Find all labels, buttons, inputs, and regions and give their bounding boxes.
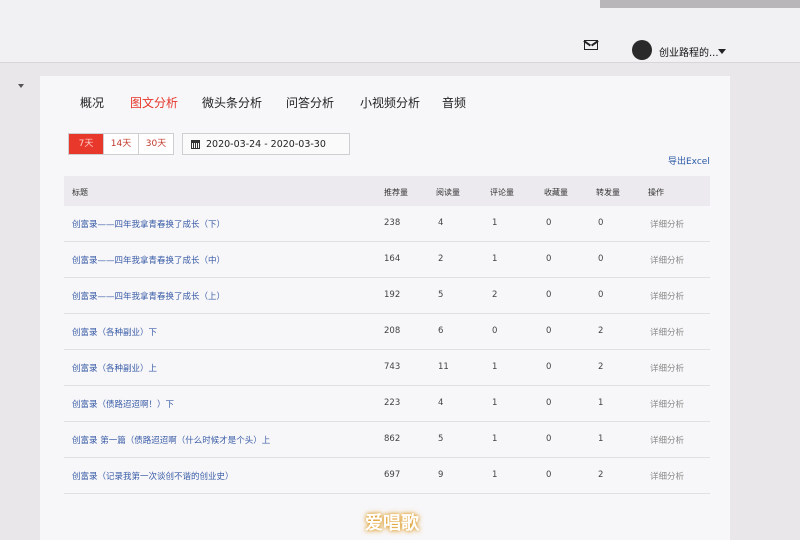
analytics-panel: 概况 图文分析 微头条分析 问答分析 小视频分析 音频 7天 14天 30天 2… [40,76,730,540]
calendar-icon [191,139,200,149]
detail-analysis-link[interactable]: 详细分析 [650,398,684,410]
article-title[interactable]: 创富录——四年我拿青春换了成长（上） [72,290,225,302]
table-row: 创富录——四年我拿青春换了成长（上） 192 5 2 0 0 详细分析 [64,278,710,314]
col-action: 操作 [648,188,664,197]
favorite-count: 0 [546,290,552,300]
comment-count: 1 [492,434,498,444]
col-comment: 评论量 [490,188,514,197]
recommend-count: 697 [384,470,401,480]
comment-count: 1 [492,218,498,228]
comment-count: 0 [492,326,498,336]
table-row: 创富录（各种副业）下 208 6 0 0 2 详细分析 [64,314,710,350]
article-title[interactable]: 创富录 第一篇（债路迢迢啊（什么时候才是个头）上 [72,434,270,446]
detail-analysis-link[interactable]: 详细分析 [650,470,684,482]
favorite-count: 0 [546,362,552,372]
detail-analysis-link[interactable]: 详细分析 [650,326,684,338]
header-strip [600,0,800,8]
tab-qa-analysis[interactable]: 问答分析 [286,94,334,111]
table-row: 创富录——四年我拿青春换了成长（中） 164 2 1 0 0 详细分析 [64,242,710,278]
date-range-toggle: 7天 14天 30天 [68,133,174,155]
favorite-count: 0 [546,218,552,228]
detail-analysis-link[interactable]: 详细分析 [650,218,684,230]
recommend-count: 862 [384,434,401,444]
recommend-count: 192 [384,290,401,300]
recommend-count: 743 [384,362,401,372]
comment-count: 1 [492,470,498,480]
comment-count: 2 [492,290,498,300]
favorite-count: 0 [546,398,552,408]
article-title[interactable]: 创富录（各种副业）上 [72,362,157,374]
col-share: 转发量 [596,188,620,197]
comment-count: 1 [492,362,498,372]
table-row: 创富录（债路迢迢啊！）下 223 4 1 0 1 详细分析 [64,386,710,422]
range-14-days-button[interactable]: 14天 [104,134,139,154]
favorite-count: 0 [546,254,552,264]
recommend-count: 238 [384,218,401,228]
date-range-picker[interactable]: 2020-03-24 - 2020-03-30 [182,133,350,155]
read-count: 5 [438,434,444,444]
avatar[interactable] [632,40,652,60]
article-title[interactable]: 创富录（记录我第一次谈创不谐的创业史） [72,470,234,482]
comment-count: 1 [492,398,498,408]
watermark-text: 爱唱歌 [365,513,419,534]
recommend-count: 223 [384,398,401,408]
col-favorite: 收藏量 [544,188,568,197]
share-count: 1 [598,398,604,408]
date-range-text: 2020-03-24 - 2020-03-30 [206,138,326,150]
favorite-count: 0 [546,326,552,336]
tab-micro-headline-analysis[interactable]: 微头条分析 [202,94,262,111]
col-recommend: 推荐量 [384,188,408,197]
table-row: 创富录 第一篇（债路迢迢啊（什么时候才是个头）上 862 5 1 0 1 详细分… [64,422,710,458]
tab-audio[interactable]: 音频 [442,94,466,111]
export-excel-link[interactable]: 导出Excel [668,154,710,167]
share-count: 2 [598,326,604,336]
detail-analysis-link[interactable]: 详细分析 [650,290,684,302]
article-title[interactable]: 创富录（各种副业）下 [72,326,157,338]
mail-icon[interactable] [584,40,598,50]
share-count: 2 [598,362,604,372]
detail-analysis-link[interactable]: 详细分析 [650,254,684,266]
range-30-days-button[interactable]: 30天 [139,134,173,154]
recommend-count: 208 [384,326,401,336]
read-count: 6 [438,326,444,336]
read-count: 2 [438,254,444,264]
tab-overview[interactable]: 概况 [80,94,104,111]
share-count: 2 [598,470,604,480]
col-title: 标题 [72,188,88,197]
user-name[interactable]: 创业路程的... [659,44,719,59]
chevron-down-icon[interactable] [718,49,726,54]
sidebar-collapse-icon[interactable] [18,84,24,88]
tab-article-analysis[interactable]: 图文分析 [130,94,178,111]
read-count: 5 [438,290,444,300]
favorite-count: 0 [546,434,552,444]
article-title[interactable]: 创富录（债路迢迢啊！）下 [72,398,174,410]
top-header-bar: 创业路程的... [0,0,800,63]
read-count: 4 [438,218,444,228]
range-7-days-button[interactable]: 7天 [69,134,104,154]
detail-analysis-link[interactable]: 详细分析 [650,362,684,374]
share-count: 1 [598,434,604,444]
read-count: 4 [438,398,444,408]
article-title[interactable]: 创富录——四年我拿青春换了成长（下） [72,218,225,230]
table-row: 创富录（记录我第一次谈创不谐的创业史） 697 9 1 0 2 详细分析 [64,458,710,494]
col-read: 阅读量 [436,188,460,197]
read-count: 11 [438,362,449,372]
recommend-count: 164 [384,254,401,264]
table-header: 标题 推荐量 阅读量 评论量 收藏量 转发量 操作 [64,176,710,206]
tab-short-video-analysis[interactable]: 小视频分析 [360,94,420,111]
share-count: 0 [598,254,604,264]
comment-count: 1 [492,254,498,264]
share-count: 0 [598,290,604,300]
table-row: 创富录（各种副业）上 743 11 1 0 2 详细分析 [64,350,710,386]
article-title[interactable]: 创富录——四年我拿青春换了成长（中） [72,254,225,266]
read-count: 9 [438,470,444,480]
favorite-count: 0 [546,470,552,480]
share-count: 0 [598,218,604,228]
detail-analysis-link[interactable]: 详细分析 [650,434,684,446]
table-row: 创富录——四年我拿青春换了成长（下） 238 4 1 0 0 详细分析 [64,206,710,242]
